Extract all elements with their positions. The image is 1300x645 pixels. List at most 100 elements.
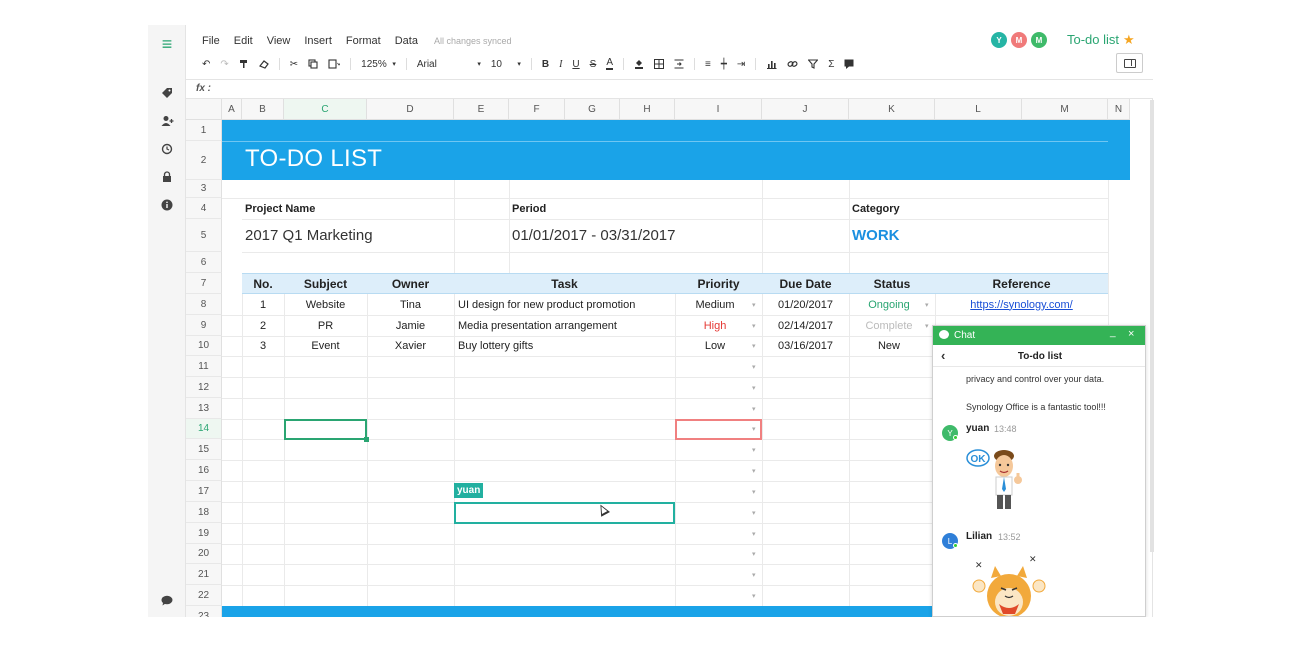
task-description[interactable]: UI design for new product promotion xyxy=(458,294,673,315)
task-subject[interactable]: PR xyxy=(284,315,367,336)
column-header[interactable]: C xyxy=(284,99,367,120)
selected-cell[interactable] xyxy=(284,419,367,440)
row-header[interactable]: 4 xyxy=(186,198,222,219)
dropdown-caret-icon[interactable]: ▾ xyxy=(925,322,929,330)
task-status[interactable]: Ongoing xyxy=(849,294,929,315)
font-select[interactable]: Arial ▾ xyxy=(417,59,481,70)
chat-panel[interactable]: Chat _ × ‹ To-do list privacy and contro… xyxy=(932,325,1146,617)
avatar[interactable]: Y xyxy=(991,32,1007,48)
column-header[interactable]: I xyxy=(675,99,762,120)
vertical-scrollbar[interactable] xyxy=(1150,100,1154,552)
task-owner[interactable]: Jamie xyxy=(367,315,454,336)
row-header[interactable]: 16 xyxy=(186,460,222,481)
formula-bar[interactable]: fx : xyxy=(186,79,1153,99)
task-subject[interactable]: Website xyxy=(284,294,367,315)
row-header[interactable]: 9 xyxy=(186,315,222,336)
task-no[interactable]: 2 xyxy=(242,315,284,336)
row-header[interactable]: 23 xyxy=(186,606,222,617)
italic-icon[interactable]: I xyxy=(559,59,562,70)
row-header[interactable]: 11 xyxy=(186,356,222,377)
row-header[interactable]: 8 xyxy=(186,294,222,315)
task-description[interactable]: Buy lottery gifts xyxy=(458,336,673,356)
paste-icon[interactable] xyxy=(328,59,341,69)
history-icon[interactable] xyxy=(157,139,177,159)
close-icon[interactable]: × xyxy=(1128,328,1134,340)
dropdown-caret-icon[interactable]: ▾ xyxy=(752,592,756,600)
redo-icon[interactable]: ↷ xyxy=(220,59,228,70)
undo-icon[interactable]: ↶ xyxy=(202,59,210,70)
project-name-value[interactable]: 2017 Q1 Marketing xyxy=(245,219,455,252)
row-header[interactable]: 15 xyxy=(186,439,222,460)
underline-icon[interactable]: U xyxy=(572,59,579,70)
column-title-due-date[interactable]: Due Date xyxy=(762,273,849,294)
dropdown-caret-icon[interactable]: ▾ xyxy=(925,301,929,309)
dropdown-caret-icon[interactable]: ▾ xyxy=(752,322,756,330)
column-header[interactable]: E xyxy=(454,99,509,120)
star-icon[interactable]: ★ xyxy=(1123,32,1135,47)
dropdown-caret-icon[interactable]: ▾ xyxy=(752,488,756,496)
task-description[interactable]: Media presentation arrangement xyxy=(458,315,673,336)
cut-icon[interactable]: ✂ xyxy=(290,59,298,70)
column-header[interactable]: L xyxy=(935,99,1022,120)
column-title-no[interactable]: No. xyxy=(242,273,284,294)
tag-icon[interactable] xyxy=(157,83,177,103)
column-header[interactable]: H xyxy=(620,99,675,120)
task-status[interactable]: New xyxy=(849,336,929,356)
category-value[interactable]: WORK xyxy=(852,219,1052,252)
column-header[interactable]: M xyxy=(1022,99,1108,120)
font-size-select[interactable]: 10 ▾ xyxy=(491,59,521,70)
task-owner[interactable]: Xavier xyxy=(367,336,454,356)
strikethrough-icon[interactable]: S xyxy=(590,59,597,70)
dropdown-caret-icon[interactable]: ▾ xyxy=(752,405,756,413)
task-due-date[interactable]: 01/20/2017 xyxy=(762,294,849,315)
row-header[interactable]: 17 xyxy=(186,481,222,502)
function-icon[interactable]: Σ xyxy=(828,59,834,70)
dropdown-caret-icon[interactable]: ▾ xyxy=(752,571,756,579)
row-header[interactable]: 6 xyxy=(186,252,222,273)
menu-data[interactable]: Data xyxy=(395,35,418,47)
zoom-select[interactable]: 125% ▾ xyxy=(361,59,396,70)
chart-icon[interactable] xyxy=(766,59,777,69)
column-title-priority[interactable]: Priority xyxy=(675,273,762,294)
dropdown-caret-icon[interactable]: ▾ xyxy=(752,550,756,558)
column-title-subject[interactable]: Subject xyxy=(284,273,367,294)
menu-view[interactable]: View xyxy=(267,35,291,47)
project-name-label[interactable]: Project Name xyxy=(245,198,445,219)
link-icon[interactable] xyxy=(787,59,798,69)
column-header[interactable]: J xyxy=(762,99,849,120)
column-header[interactable]: A xyxy=(222,99,242,120)
comment-icon[interactable] xyxy=(844,59,854,69)
row-header[interactable]: 3 xyxy=(186,180,222,198)
task-priority[interactable]: High xyxy=(675,315,755,336)
row-header[interactable]: 7 xyxy=(186,273,222,294)
copy-icon[interactable] xyxy=(308,59,318,69)
row-header[interactable]: 13 xyxy=(186,398,222,419)
task-subject[interactable]: Event xyxy=(284,336,367,356)
sheet-title[interactable]: TO-DO LIST xyxy=(245,145,382,173)
document-title[interactable]: To-do list ★ xyxy=(1067,32,1135,48)
column-header[interactable]: K xyxy=(849,99,935,120)
task-priority[interactable]: Medium xyxy=(675,294,755,315)
column-header[interactable]: G xyxy=(565,99,620,120)
row-header[interactable]: 14 xyxy=(186,419,222,439)
row-header[interactable]: 10 xyxy=(186,336,222,356)
collaborator-selection[interactable] xyxy=(675,419,762,440)
add-user-icon[interactable] xyxy=(157,111,177,131)
dropdown-caret-icon[interactable]: ▾ xyxy=(752,509,756,517)
task-owner[interactable]: Tina xyxy=(367,294,454,315)
task-priority[interactable]: Low xyxy=(675,336,755,356)
column-title-reference[interactable]: Reference xyxy=(935,273,1108,294)
period-label[interactable]: Period xyxy=(512,198,712,219)
dropdown-caret-icon[interactable]: ▾ xyxy=(752,342,756,350)
vertical-align-icon[interactable]: ┿ xyxy=(721,59,727,70)
info-icon[interactable] xyxy=(157,195,177,215)
avatar[interactable]: M xyxy=(1011,32,1027,48)
menu-file[interactable]: File xyxy=(202,35,220,47)
column-header[interactable]: N xyxy=(1108,99,1130,120)
column-header[interactable]: B xyxy=(242,99,284,120)
row-header[interactable]: 1 xyxy=(186,120,222,141)
column-header[interactable]: F xyxy=(509,99,565,120)
paint-format-icon[interactable] xyxy=(239,59,249,69)
task-no[interactable]: 3 xyxy=(242,336,284,356)
hamburger-menu-icon[interactable]: ≡ xyxy=(157,34,177,54)
